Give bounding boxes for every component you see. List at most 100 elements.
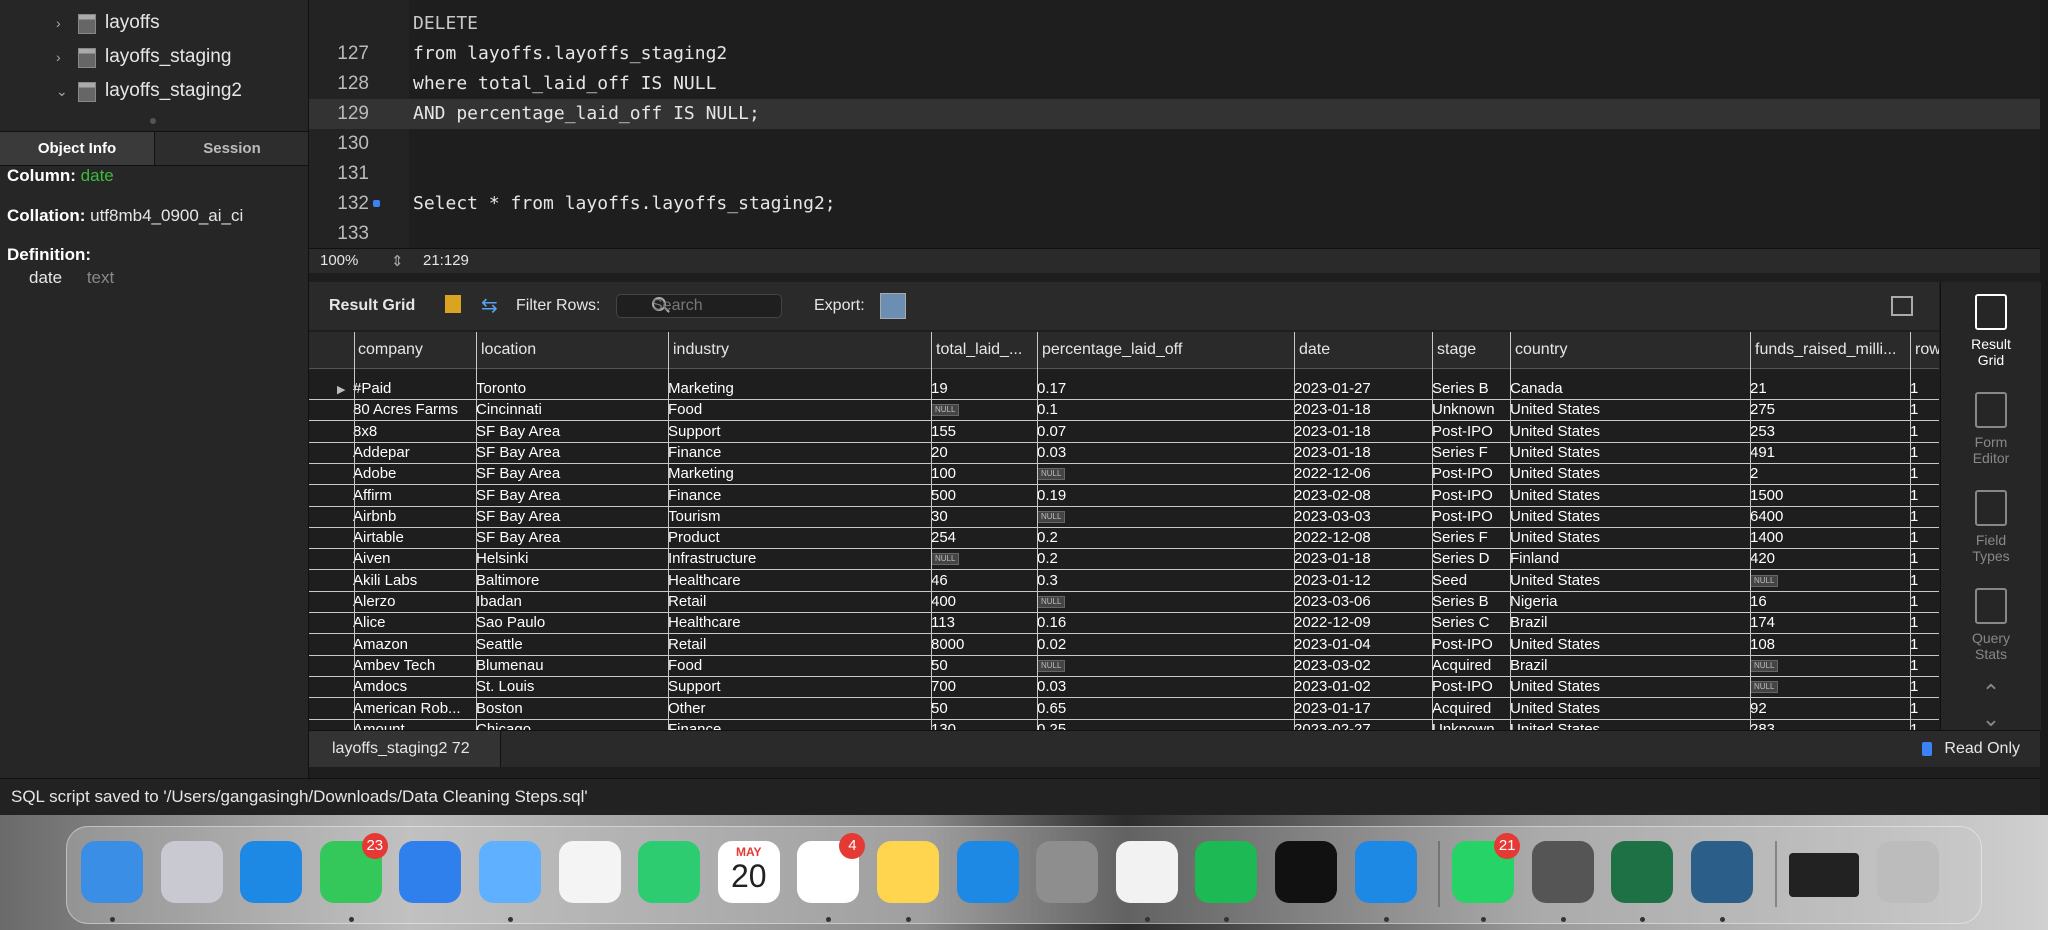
table-cell[interactable]: 1 — [1910, 508, 1934, 525]
table-cell[interactable]: Acquired — [1432, 657, 1506, 674]
table-cell[interactable]: 1 — [1910, 401, 1934, 418]
table-cell[interactable]: 100 — [931, 465, 1031, 482]
table-row[interactable]: Airtable SF Bay Area Product 254 0.2 2022-12-… — [309, 527, 1939, 550]
table-cell[interactable]: 1400 — [1750, 529, 1906, 546]
table-cell[interactable]: United States — [1510, 700, 1744, 717]
table-cell[interactable]: Food — [668, 657, 926, 674]
table-cell[interactable]: Finance — [668, 487, 926, 504]
col-header[interactable]: location — [481, 341, 621, 359]
table-cell[interactable]: Series F — [1432, 444, 1506, 461]
table-cell[interactable]: 1 — [1910, 572, 1934, 589]
table-cell[interactable]: 1 — [1910, 487, 1934, 504]
col-header[interactable]: stage — [1437, 341, 1507, 359]
tree-item-layoffs-staging[interactable]: › layoffs_staging — [0, 40, 308, 74]
result-grid[interactable]: company location industry total_laid_...… — [309, 332, 1939, 730]
table-cell[interactable]: NULL — [1750, 657, 1906, 674]
table-cell[interactable]: 20 — [931, 444, 1031, 461]
table-cell[interactable]: 1 — [1910, 678, 1934, 695]
table-cell[interactable]: 113 — [931, 614, 1031, 631]
whatsapp-icon[interactable]: 21 — [1452, 833, 1521, 903]
table-cell[interactable]: Post-IPO — [1432, 508, 1506, 525]
column-divider[interactable] — [1432, 332, 1433, 730]
app-store-icon[interactable] — [956, 841, 1019, 903]
table-cell[interactable]: Tourism — [668, 508, 926, 525]
table-cell[interactable]: SF Bay Area — [476, 423, 662, 440]
table-cell[interactable]: 46 — [931, 572, 1031, 589]
chevron-right-icon[interactable]: › — [56, 49, 61, 65]
table-cell[interactable]: NULL — [1037, 508, 1287, 525]
column-divider[interactable] — [1294, 332, 1295, 730]
table-cell[interactable]: 92 — [1750, 700, 1906, 717]
code-text[interactable]: DELETE — [413, 9, 478, 39]
table-cell[interactable]: Series C — [1432, 614, 1506, 631]
table-cell[interactable]: Sao Paulo — [476, 614, 662, 631]
table-cell[interactable]: 0.65 — [1037, 700, 1287, 717]
table-cell[interactable]: NULL — [1750, 572, 1906, 589]
column-divider[interactable] — [931, 332, 932, 730]
table-cell[interactable]: 420 — [1750, 550, 1906, 567]
code-text[interactable]: Select * from layoffs.layoffs_staging2; — [413, 189, 836, 219]
table-row[interactable]: Addepar SF Bay Area Finance 20 0.03 2023-01-1… — [309, 442, 1939, 464]
sql-editor[interactable]: DELETE 127 from layoffs.layoffs_staging2… — [309, 0, 2040, 248]
table-cell[interactable]: 2023-03-02 — [1294, 657, 1426, 674]
table-cell[interactable]: Amazon — [353, 636, 471, 653]
tab-object-info[interactable]: Object Info — [0, 132, 154, 165]
chrome-icon[interactable] — [1115, 841, 1178, 903]
table-cell[interactable]: Affirm — [353, 487, 471, 504]
table-cell[interactable]: Baltimore — [476, 572, 662, 589]
code-line-current[interactable]: 129 AND percentage_laid_off IS NULL; — [309, 99, 2040, 129]
query-stats-button[interactable]: Query Stats — [1941, 588, 2041, 662]
column-divider[interactable] — [476, 332, 477, 730]
table-cell[interactable]: Airtable — [353, 529, 471, 546]
table-cell[interactable]: Support — [668, 678, 926, 695]
table-cell[interactable]: Series B — [1432, 593, 1506, 610]
pycharm-icon[interactable] — [1275, 841, 1337, 903]
table-cell[interactable]: St. Louis — [476, 678, 662, 695]
table-row[interactable]: Alice Sao Paulo Healthcare 113 0.16 2022-12-0… — [309, 612, 1939, 635]
table-cell[interactable]: 50 — [931, 700, 1031, 717]
table-cell[interactable]: Healthcare — [668, 572, 926, 589]
table-cell[interactable]: SF Bay Area — [476, 487, 662, 504]
table-cell[interactable]: 1 — [1910, 423, 1934, 440]
table-cell[interactable]: Ibadan — [476, 593, 662, 610]
table-cell[interactable]: NULL — [1037, 465, 1287, 482]
table-cell[interactable]: 254 — [931, 529, 1031, 546]
table-cell[interactable]: 1 — [1910, 550, 1934, 567]
code-line[interactable]: 132 Select * from layoffs.layoffs_stagin… — [309, 189, 2040, 219]
table-cell[interactable]: United States — [1510, 401, 1744, 418]
table-cell[interactable]: Akili Labs — [353, 572, 471, 589]
table-cell[interactable]: Retail — [668, 593, 926, 610]
system-settings-icon[interactable] — [1036, 841, 1099, 903]
field-types-button[interactable]: Field Types — [1941, 490, 2041, 564]
table-cell[interactable]: Retail — [668, 636, 926, 653]
table-cell[interactable]: Marketing — [668, 380, 926, 397]
table-cell[interactable]: Marketing — [668, 465, 926, 482]
table-cell[interactable]: 30 — [931, 508, 1031, 525]
table-cell[interactable]: Seattle — [476, 636, 662, 653]
table-cell[interactable]: Canada — [1510, 380, 1744, 397]
table-cell[interactable]: Series D — [1432, 550, 1506, 567]
table-row[interactable]: Alerzo Ibadan Retail 400 NULL 2023-03-06 Serie… — [309, 591, 1939, 613]
table-cell[interactable]: 0.17 — [1037, 380, 1287, 397]
table-cell[interactable]: 1 — [1910, 380, 1934, 397]
launchpad-icon[interactable] — [160, 841, 223, 903]
notes-icon[interactable] — [877, 841, 939, 903]
table-cell[interactable]: 50 — [931, 657, 1031, 674]
table-cell[interactable]: United States — [1510, 721, 1744, 730]
table-cell[interactable]: Post-IPO — [1432, 678, 1506, 695]
table-row[interactable]: ▶ #Paid Toronto Marketing 19 0.17 2023-01-27 Se… — [309, 378, 1939, 400]
table-row[interactable]: Airbnb SF Bay Area Tourism 30 NULL 2023-03-03… — [309, 506, 1939, 528]
splitter-handle[interactable] — [150, 118, 156, 124]
table-cell[interactable]: Alice — [353, 614, 471, 631]
table-cell[interactable]: 2023-01-18 — [1294, 423, 1426, 440]
table-cell[interactable]: 1 — [1910, 465, 1934, 482]
tab-session[interactable]: Session — [154, 132, 309, 165]
table-cell[interactable]: Adobe — [353, 465, 471, 482]
table-cell[interactable]: 400 — [931, 593, 1031, 610]
tree-item-layoffs[interactable]: › layoffs — [0, 6, 308, 40]
table-cell[interactable]: Other — [668, 700, 926, 717]
table-row[interactable]: Affirm SF Bay Area Finance 500 0.19 2023-02-0… — [309, 485, 1939, 507]
table-cell[interactable]: United States — [1510, 529, 1744, 546]
table-cell[interactable]: Post-IPO — [1432, 423, 1506, 440]
table-cell[interactable]: Alerzo — [353, 593, 471, 610]
